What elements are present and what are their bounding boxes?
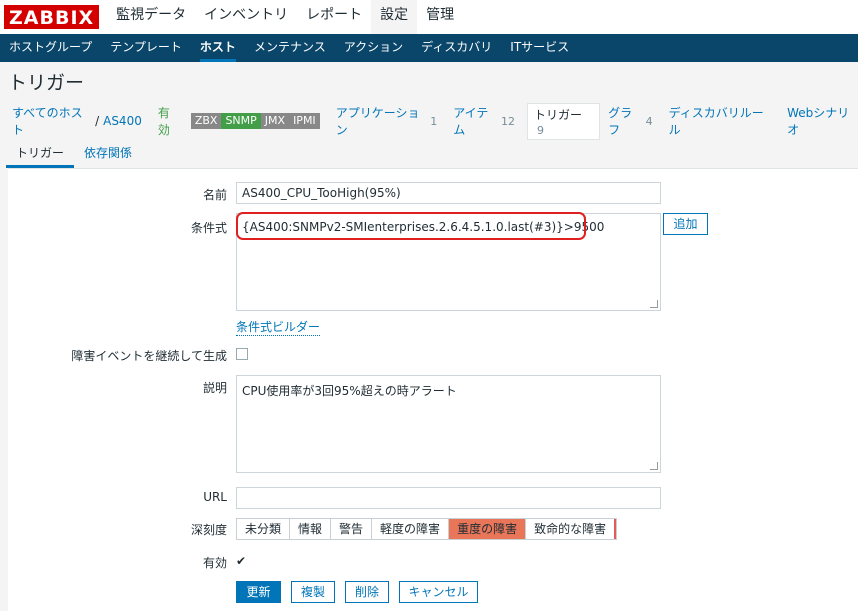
severity-high[interactable]: 重度の障害 (449, 519, 527, 539)
url-input[interactable] (236, 487, 661, 509)
host-navigation: すべてのホスト / AS400 有効 ZBX SNMP JMX IPMI アプリ… (0, 102, 858, 140)
expression-builder-link[interactable]: 条件式ビルダー (236, 318, 321, 336)
form-tabs: トリガー 依存関係 (0, 142, 142, 168)
graphs-count: 4 (645, 114, 653, 128)
expression-label: 条件式 (190, 221, 227, 235)
main-menu: 監視データ インベントリ レポート 設定 管理 (107, 0, 463, 34)
sub-menu: ホストグループ テンプレート ホスト メンテナンス アクション ディスカバリ I… (0, 34, 858, 62)
nav-triggers-current: トリガー 9 (527, 102, 601, 140)
page-title: トリガー (8, 72, 85, 94)
nav-items[interactable]: アイテム (453, 104, 498, 138)
description-value: CPU使用率が3回95%超えの時アラート (242, 384, 457, 398)
cancel-button[interactable]: キャンセル (399, 581, 478, 603)
nav-discovery-rules[interactable]: ディスカバリルール (669, 104, 771, 138)
multiple-events-label: 障害イベントを継続して生成 (71, 349, 227, 363)
severity-selector: 未分類 情報 警告 軽度の障害 重度の障害 致命的な障害 (236, 518, 618, 540)
severity-not-classified[interactable]: 未分類 (237, 519, 291, 539)
nav-web-scenarios[interactable]: Webシナリオ (787, 104, 858, 138)
breadcrumb-separator: / (95, 114, 100, 128)
description-textarea[interactable]: CPU使用率が3回95%超えの時アラート (236, 375, 661, 473)
submenu-actions[interactable]: アクション (335, 34, 412, 62)
resize-handle-icon[interactable] (650, 300, 658, 308)
enabled-label: 有効 (202, 556, 227, 570)
add-expression-button[interactable]: 追加 (663, 213, 708, 235)
zabbix-logo[interactable]: ZABBIX (4, 5, 100, 29)
delete-button[interactable]: 削除 (345, 581, 389, 603)
severity-warning[interactable]: 警告 (331, 519, 373, 539)
submenu-discovery[interactable]: ディスカバリ (412, 34, 501, 62)
breadcrumb-all-hosts[interactable]: すべてのホスト (12, 104, 91, 138)
nav-applications[interactable]: アプリケーション (336, 104, 428, 138)
breadcrumb-host[interactable]: AS400 (103, 114, 142, 128)
nav-triggers-label: トリガー (534, 107, 583, 122)
submenu-host-groups[interactable]: ホストグループ (0, 34, 101, 62)
submenu-templates[interactable]: テンプレート (101, 34, 191, 62)
nav-graphs[interactable]: グラフ (608, 104, 642, 138)
menu-inventory[interactable]: インベントリ (195, 0, 297, 34)
items-count: 12 (501, 114, 516, 128)
update-button[interactable]: 更新 (236, 581, 281, 603)
check-icon: ✔ (236, 554, 247, 568)
highlight-annotation (236, 212, 586, 240)
severity-label: 深刻度 (190, 523, 227, 537)
severity-average[interactable]: 軽度の障害 (372, 519, 450, 539)
tab-trigger[interactable]: トリガー (6, 142, 75, 168)
top-header: ZABBIX 監視データ インベントリ レポート 設定 管理 (0, 0, 858, 34)
enabled-checkbox[interactable]: ✔ (236, 555, 248, 567)
menu-configuration[interactable]: 設定 (371, 0, 418, 34)
menu-monitoring[interactable]: 監視データ (107, 0, 195, 34)
submenu-maintenance[interactable]: メンテナンス (245, 34, 335, 62)
triggers-count: 9 (537, 123, 545, 137)
severity-disaster[interactable]: 致命的な障害 (526, 519, 617, 539)
description-label: 説明 (202, 381, 227, 395)
resize-handle-icon[interactable] (650, 462, 658, 470)
menu-reports[interactable]: レポート (297, 0, 371, 34)
badge-zbx: ZBX (190, 113, 222, 129)
submenu-hosts[interactable]: ホスト (191, 34, 245, 62)
url-label: URL (203, 490, 227, 504)
applications-count: 1 (430, 114, 438, 128)
submenu-it-services[interactable]: ITサービス (501, 34, 578, 62)
host-status[interactable]: 有効 (158, 104, 181, 138)
badge-snmp: SNMP (221, 113, 261, 129)
severity-information[interactable]: 情報 (290, 519, 332, 539)
badge-ipmi: IPMI (289, 113, 320, 129)
multiple-events-checkbox[interactable] (236, 348, 248, 360)
name-label: 名前 (202, 188, 227, 202)
name-input[interactable]: AS400_CPU_TooHigh(95%) (236, 182, 661, 204)
menu-administration[interactable]: 管理 (417, 0, 463, 34)
clone-button[interactable]: 複製 (291, 581, 335, 603)
badge-jmx: JMX (260, 113, 290, 129)
tab-dependencies[interactable]: 依存関係 (74, 142, 142, 168)
availability-badges: ZBX SNMP JMX IPMI (190, 113, 320, 129)
